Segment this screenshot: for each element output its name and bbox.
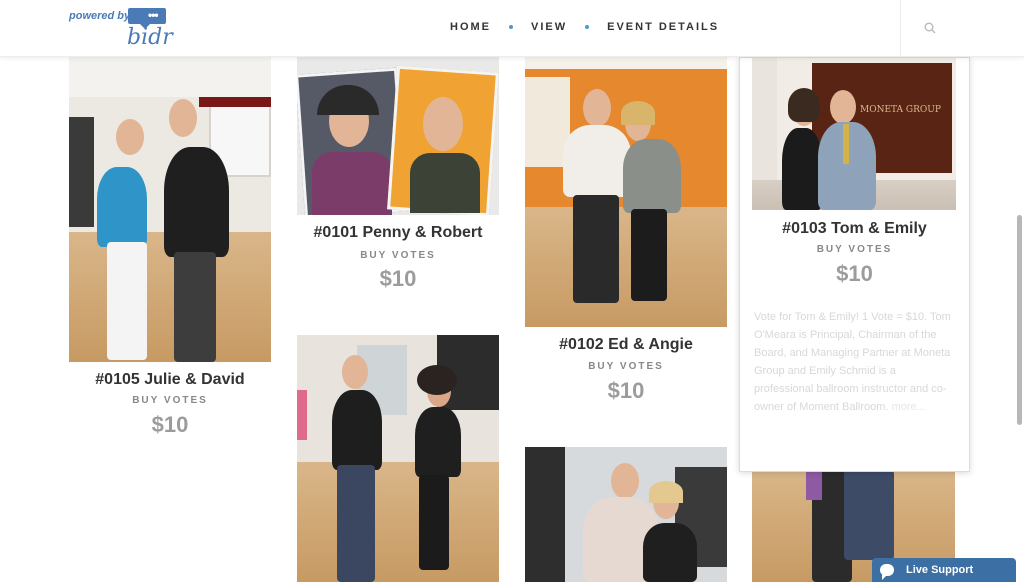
nav-separator xyxy=(509,25,513,29)
item-card-penny-robert[interactable]: #0101 Penny & Robert BUY VOTES $10 xyxy=(297,57,499,307)
search-icon xyxy=(924,22,936,34)
logo-dots: ••• xyxy=(148,8,159,22)
live-support-button[interactable]: Live Support xyxy=(872,558,1016,582)
item-title[interactable]: #0101 Penny & Robert xyxy=(297,224,499,242)
main-nav: HOME VIEW EVENT DETAILS xyxy=(450,21,719,33)
buy-votes-label[interactable]: BUY VOTES xyxy=(525,361,727,372)
item-photo[interactable] xyxy=(525,57,727,327)
nav-home[interactable]: HOME xyxy=(450,21,491,33)
nav-view[interactable]: VIEW xyxy=(531,21,567,33)
chat-icon xyxy=(880,564,894,580)
item-photo[interactable] xyxy=(525,447,727,582)
item-card-tom-emily[interactable]: MONETA GROUP #0103 Tom & Emily BUY VOTES… xyxy=(739,57,970,472)
item-photo[interactable] xyxy=(69,57,271,362)
page-scrollbar[interactable] xyxy=(1017,215,1022,425)
item-description-text: Vote for Tom & Emily! 1 Vote = $10. Tom … xyxy=(754,311,951,413)
item-card-julie-david[interactable]: #0105 Julie & David BUY VOTES $10 xyxy=(69,57,271,457)
item-photo[interactable] xyxy=(297,57,499,215)
search-button[interactable] xyxy=(900,0,960,57)
buy-votes-label[interactable]: BUY VOTES xyxy=(69,395,271,406)
bidr-logo[interactable]: powered by ••• bidr xyxy=(69,8,173,50)
buy-votes-label[interactable]: BUY VOTES xyxy=(297,250,499,261)
item-photo[interactable]: MONETA GROUP xyxy=(752,58,956,210)
item-card-dance-couple[interactable] xyxy=(297,335,499,582)
item-price: $10 xyxy=(836,261,873,286)
logo-powered-text: powered by xyxy=(69,10,131,22)
nav-event-details[interactable]: EVENT DETAILS xyxy=(607,21,719,33)
item-price: $10 xyxy=(151,412,189,437)
buy-votes-label[interactable]: BUY VOTES xyxy=(740,244,969,255)
item-price: $10 xyxy=(607,378,645,403)
live-support-label: Live Support xyxy=(906,564,974,576)
site-header: powered by ••• bidr HOME VIEW EVENT DETA… xyxy=(0,0,1024,57)
more-link[interactable]: more... xyxy=(892,401,926,413)
chat-bubble-icon xyxy=(128,8,166,29)
item-title[interactable]: #0103 Tom & Emily xyxy=(740,220,969,238)
item-price: $10 xyxy=(379,266,417,291)
photo-sign-text: MONETA GROUP xyxy=(860,105,941,115)
item-card-ed-angie[interactable]: #0102 Ed & Angie BUY VOTES $10 xyxy=(525,57,727,407)
item-title[interactable]: #0102 Ed & Angie xyxy=(525,336,727,354)
item-card-office-couple[interactable] xyxy=(525,447,727,582)
logo-brand-text: bidr xyxy=(127,25,173,50)
item-title[interactable]: #0105 Julie & David xyxy=(69,371,271,389)
item-description: Vote for Tom & Emily! 1 Vote = $10. Tom … xyxy=(754,308,957,416)
item-photo[interactable] xyxy=(297,335,499,582)
nav-separator xyxy=(585,25,590,29)
